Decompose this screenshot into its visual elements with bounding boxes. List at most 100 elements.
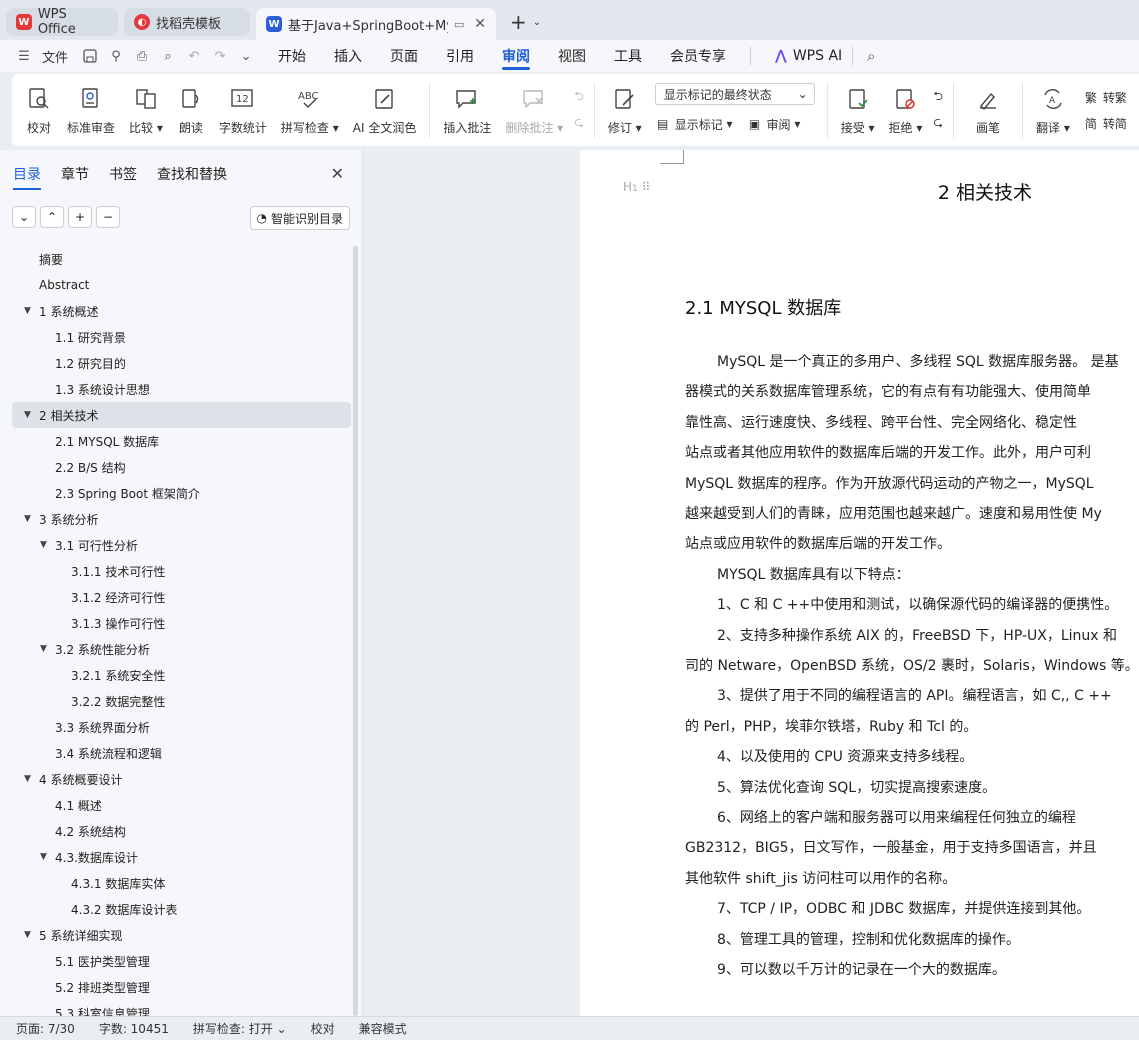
spell-check-button[interactable]: ABC 拼写检查 ▾ [281, 78, 339, 142]
proof-indicator[interactable]: 校对 [311, 1020, 335, 1037]
read-aloud-button[interactable]: 朗读 [177, 78, 205, 142]
print-preview-icon[interactable]: ⌕ [160, 48, 176, 64]
toc-item[interactable]: 3.2.2 数据完整性 [12, 688, 351, 714]
close-icon[interactable]: ✕ [331, 164, 344, 183]
file-menu[interactable]: ☰ 文件 [16, 47, 68, 66]
undo-icon[interactable]: ↶ [186, 48, 202, 64]
expand-arrow-icon[interactable]: ▼ [24, 930, 31, 940]
toc-item[interactable]: 2.1 MYSQL 数据库 [12, 428, 351, 454]
show-markup-button[interactable]: ▤ 显示标记 ▾ [655, 111, 733, 137]
tab-references[interactable]: 引用 [446, 40, 474, 72]
prev-comment-icon[interactable]: ⮌ [574, 84, 584, 110]
proofread-button[interactable]: 校对 [25, 78, 53, 142]
toc-item[interactable]: ▼ 4.3.数据库设计 [12, 844, 351, 870]
document-page[interactable]: H1 ⠿ 2 相关技术 2.1 MYSQL 数据库 MySQL 是一个真正的多用… [580, 150, 1139, 1016]
redo-icon[interactable]: ↷ [212, 48, 228, 64]
toc-item[interactable]: 3.1.1 技术可行性 [12, 558, 351, 584]
tab-tools[interactable]: 工具 [614, 40, 642, 72]
close-tab-icon[interactable]: ✕ [474, 16, 486, 32]
toc-item[interactable]: 5.1 医护类型管理 [12, 948, 351, 974]
toc-item[interactable]: ▼ 5 系统详细实现 [12, 922, 351, 948]
tab-view[interactable]: 视图 [558, 40, 586, 72]
reject-button[interactable]: 拒绝 ▾ [889, 78, 922, 142]
toc-item[interactable]: Abstract [12, 272, 351, 298]
page-indicator[interactable]: 页面: 7/30 [16, 1020, 75, 1037]
toc-item[interactable]: 2.2 B/S 结构 [12, 454, 351, 480]
collapse-all-button[interactable]: ⌃ [40, 206, 64, 228]
spell-check-indicator[interactable]: 拼写检查: 打开 ⌄ [193, 1020, 287, 1037]
expand-arrow-icon[interactable]: ▼ [24, 514, 31, 524]
save-icon[interactable] [82, 48, 98, 64]
accept-button[interactable]: 接受 ▾ [841, 78, 875, 142]
insert-comment-button[interactable]: 插入批注 [443, 78, 491, 142]
word-count-button[interactable]: 12 字数统计 [219, 78, 267, 142]
track-changes-button[interactable]: 修订 ▾ [608, 78, 642, 142]
expand-arrow-icon[interactable]: ▼ [24, 306, 31, 316]
word-count-indicator[interactable]: 字数: 10451 [99, 1020, 169, 1037]
nav-tab-toc[interactable]: 目录 [13, 164, 41, 190]
toc-item[interactable]: ▼ 3.1 可行性分析 [12, 532, 351, 558]
toc-item[interactable]: 1.1 研究背景 [12, 324, 351, 350]
compare-button[interactable]: 比较 ▾ [129, 78, 163, 142]
tab-page[interactable]: 页面 [390, 40, 418, 72]
toc-item[interactable]: 3.3 系统界面分析 [12, 714, 351, 740]
prev-revision-icon[interactable]: ⮌ [933, 84, 943, 110]
to-simplified-button[interactable]: 简 转简 [1083, 110, 1127, 136]
print-icon[interactable]: ⎙ [134, 48, 150, 64]
expand-arrow-icon[interactable]: ▼ [40, 644, 47, 654]
review-pane-button[interactable]: ▣ 审阅 ▾ [747, 111, 801, 137]
expand-arrow-icon[interactable]: ▼ [24, 410, 31, 420]
standard-review-button[interactable]: 标准审查 [67, 78, 115, 142]
to-traditional-button[interactable]: 繁 转繁 [1083, 84, 1127, 110]
link-icon[interactable]: ⚲ [108, 48, 124, 64]
toc-item[interactable]: 5.2 排班类型管理 [12, 974, 351, 1000]
toc-item[interactable]: ▼ 2 相关技术 [12, 402, 351, 428]
pen-button[interactable]: 画笔 [974, 78, 1002, 142]
tab-docer-templates[interactable]: ◐ 找稻壳模板 [124, 8, 250, 36]
markup-state-select[interactable]: 显示标记的最终状态 ⌄ [654, 83, 815, 105]
toc-item[interactable]: 1.2 研究目的 [12, 350, 351, 376]
next-comment-icon[interactable]: ⮎ [574, 110, 584, 136]
nav-tab-find-replace[interactable]: 查找和替换 [157, 164, 227, 190]
nav-tab-sections[interactable]: 章节 [61, 164, 89, 190]
expand-arrow-icon[interactable]: ▼ [40, 540, 47, 550]
wps-ai-button[interactable]: ⋀ WPS AI [775, 48, 842, 64]
toc-item[interactable]: 2.3 Spring Boot 框架简介 [12, 480, 351, 506]
toc-item[interactable]: ▼ 4 系统概要设计 [12, 766, 351, 792]
tab-home[interactable]: 开始 [278, 40, 306, 72]
translate-button[interactable]: A 翻译 ▾ [1036, 78, 1070, 142]
toc-item[interactable]: 4.3.1 数据库实体 [12, 870, 351, 896]
tab-insert[interactable]: 插入 [334, 40, 362, 72]
remove-heading-button[interactable]: − [96, 206, 120, 228]
smart-toc-button[interactable]: ◔ 智能识别目录 [249, 206, 350, 230]
toc-item[interactable]: 4.2 系统结构 [12, 818, 351, 844]
add-heading-button[interactable]: + [68, 206, 92, 228]
toc-item[interactable]: ▼ 3 系统分析 [12, 506, 351, 532]
toc-item[interactable]: 3.1.3 操作可行性 [12, 610, 351, 636]
tab-member[interactable]: 会员专享 [670, 40, 726, 72]
nav-tab-bookmarks[interactable]: 书签 [109, 164, 137, 190]
new-tab-icon[interactable]: + [510, 10, 527, 34]
toc-item[interactable]: 3.1.2 经济可行性 [12, 584, 351, 610]
tab-document[interactable]: W 基于Java+SpringBoot+My ▭ ✕ [256, 8, 496, 40]
toc-item[interactable]: 3.2.1 系统安全性 [12, 662, 351, 688]
toc-item[interactable]: 4.1 概述 [12, 792, 351, 818]
toc-item[interactable]: 摘要 [12, 246, 351, 272]
toc-item[interactable]: 3.4 系统流程和逻辑 [12, 740, 351, 766]
toc-scrollbar[interactable] [353, 246, 358, 1016]
toc-item[interactable]: 5.3 科室信息管理 [12, 1000, 351, 1017]
toc-item[interactable]: ▼ 1 系统概述 [12, 298, 351, 324]
expand-all-button[interactable]: ⌄ [12, 206, 36, 228]
tab-review[interactable]: 审阅 [502, 40, 531, 72]
toc-item[interactable]: 4.3.2 数据库设计表 [12, 896, 351, 922]
tab-wps-office[interactable]: W WPS Office [6, 7, 118, 37]
expand-arrow-icon[interactable]: ▼ [40, 852, 47, 862]
ai-polish-button[interactable]: AI 全文润色 [353, 78, 416, 142]
chevron-down-icon[interactable]: ⌄ [533, 17, 541, 28]
more-chevron-icon[interactable]: ⌄ [238, 48, 254, 64]
search-icon[interactable]: ⌕ [863, 47, 879, 65]
toc-item[interactable]: 1.3 系统设计思想 [12, 376, 351, 402]
delete-comment-button[interactable]: 删除批注 ▾ [505, 78, 563, 142]
toc-item[interactable]: ▼ 3.2 系统性能分析 [12, 636, 351, 662]
next-revision-icon[interactable]: ⮎ [933, 110, 943, 136]
